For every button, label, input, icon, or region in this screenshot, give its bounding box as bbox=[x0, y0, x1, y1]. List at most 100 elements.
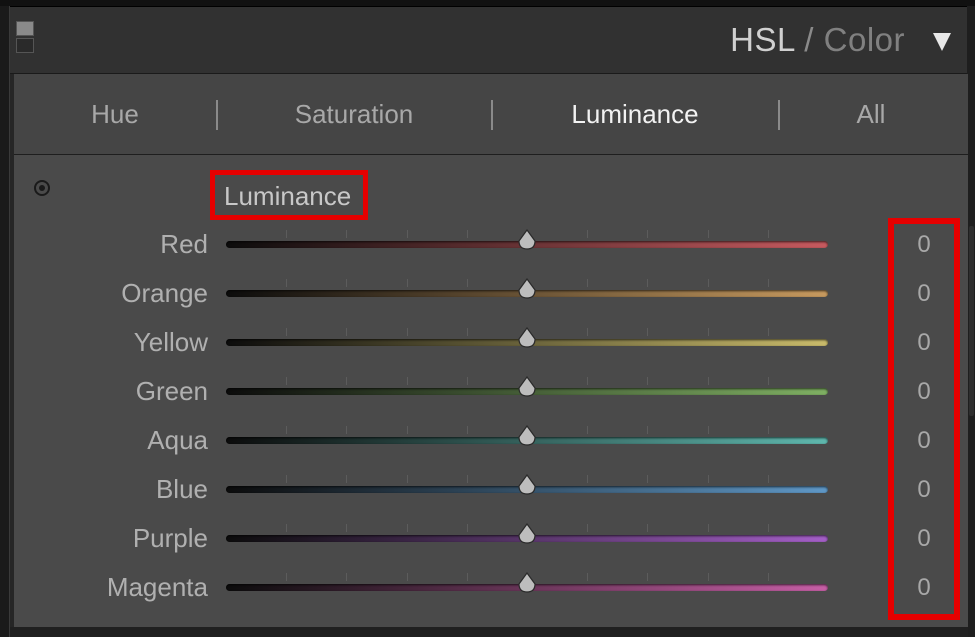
slider-thumb[interactable] bbox=[517, 474, 537, 496]
left-panel-edge bbox=[0, 6, 10, 637]
panel-title[interactable]: HSL / Color bbox=[730, 21, 905, 59]
values-highlight bbox=[888, 218, 960, 620]
slider-tick bbox=[286, 230, 288, 238]
slider-tick bbox=[286, 426, 288, 434]
slider-thumb[interactable] bbox=[517, 523, 537, 545]
slider-tick bbox=[587, 426, 589, 434]
slider-tick bbox=[767, 377, 769, 385]
slider-tick bbox=[406, 279, 408, 287]
slider-tick bbox=[767, 279, 769, 287]
tab-saturation[interactable]: Saturation bbox=[295, 99, 414, 130]
slider-tick bbox=[466, 426, 468, 434]
slider-tick bbox=[406, 573, 408, 581]
slider-label: Aqua bbox=[147, 425, 208, 455]
slider-row-aqua: Aqua 0 bbox=[14, 419, 968, 463]
slider-row-yellow: Yellow 0 bbox=[14, 321, 968, 365]
slider-tick bbox=[587, 328, 589, 336]
slider-tick bbox=[707, 426, 709, 434]
slider-tick bbox=[587, 279, 589, 287]
slider-label: Red bbox=[160, 229, 208, 259]
slider-tick bbox=[406, 230, 408, 238]
slider-tick bbox=[466, 279, 468, 287]
slider-row-orange: Orange 0 bbox=[14, 272, 968, 316]
hsl-tab-bar: Hue Saturation Luminance All bbox=[14, 74, 968, 155]
slider-tick bbox=[587, 377, 589, 385]
slider-tick bbox=[406, 475, 408, 483]
slider-tick bbox=[587, 475, 589, 483]
slider-row-magenta: Magenta 0 bbox=[14, 566, 968, 610]
slider-tick bbox=[346, 475, 348, 483]
slider-tick bbox=[286, 279, 288, 287]
slider-tick bbox=[647, 230, 649, 238]
tab-all[interactable]: All bbox=[857, 99, 886, 130]
collapse-triangle-icon[interactable] bbox=[933, 33, 951, 51]
target-adjust-icon[interactable] bbox=[34, 180, 50, 196]
slider-tick bbox=[346, 426, 348, 434]
luminance-panel: Luminance Red 0 Orange 0 Yellow 0 Green 0 Aqua 0 B… bbox=[14, 155, 968, 627]
slider-tick bbox=[346, 377, 348, 385]
panel-header[interactable]: HSL / Color bbox=[10, 7, 967, 74]
slider-row-blue: Blue 0 bbox=[14, 468, 968, 512]
scrollbar-thumb[interactable] bbox=[969, 226, 974, 416]
scrollbar[interactable] bbox=[967, 6, 975, 637]
tab-divider bbox=[491, 100, 493, 130]
slider-tick bbox=[406, 426, 408, 434]
slider-tick bbox=[707, 573, 709, 581]
slider-tick bbox=[346, 279, 348, 287]
tab-luminance[interactable]: Luminance bbox=[571, 99, 698, 130]
slider-tick bbox=[466, 230, 468, 238]
window-top-border bbox=[0, 0, 975, 7]
slider-tick bbox=[466, 475, 468, 483]
slider-tick bbox=[286, 475, 288, 483]
slider-tick bbox=[647, 475, 649, 483]
slider-tick bbox=[286, 524, 288, 532]
slider-tick bbox=[406, 524, 408, 532]
slider-tick bbox=[707, 328, 709, 336]
panel-toggle-switch-icon[interactable] bbox=[16, 21, 34, 53]
slider-label: Green bbox=[135, 376, 208, 406]
tab-divider bbox=[778, 100, 780, 130]
slider-tick bbox=[466, 524, 468, 532]
tab-hue[interactable]: Hue bbox=[91, 99, 139, 130]
slider-tick bbox=[346, 524, 348, 532]
slider-tick bbox=[707, 377, 709, 385]
slider-thumb[interactable] bbox=[517, 425, 537, 447]
slider-thumb[interactable] bbox=[517, 229, 537, 251]
slider-tick bbox=[647, 377, 649, 385]
slider-tick bbox=[767, 328, 769, 336]
slider-tick bbox=[767, 524, 769, 532]
slider-label: Purple bbox=[132, 523, 208, 553]
slider-tick bbox=[707, 230, 709, 238]
slider-tick bbox=[647, 328, 649, 336]
slider-thumb[interactable] bbox=[517, 278, 537, 300]
slider-thumb[interactable] bbox=[517, 376, 537, 398]
panel-title-color[interactable]: Color bbox=[824, 21, 905, 58]
tab-divider bbox=[216, 100, 218, 130]
slider-tick bbox=[346, 230, 348, 238]
slider-label: Magenta bbox=[106, 572, 208, 602]
slider-tick bbox=[647, 573, 649, 581]
slider-tick bbox=[286, 377, 288, 385]
slider-tick bbox=[587, 524, 589, 532]
panel-bottom-edge bbox=[10, 627, 968, 637]
slider-tick bbox=[707, 524, 709, 532]
panel-title-hsl[interactable]: HSL bbox=[730, 21, 794, 58]
slider-tick bbox=[587, 230, 589, 238]
slider-tick bbox=[767, 475, 769, 483]
slider-tick bbox=[647, 426, 649, 434]
slider-row-red: Red 0 bbox=[14, 223, 968, 267]
slider-tick bbox=[647, 524, 649, 532]
slider-tick bbox=[346, 328, 348, 336]
slider-label: Blue bbox=[155, 474, 208, 504]
slider-tick bbox=[767, 426, 769, 434]
slider-tick bbox=[406, 377, 408, 385]
section-label: Luminance bbox=[224, 181, 352, 211]
slider-thumb[interactable] bbox=[517, 572, 537, 594]
slider-tick bbox=[767, 230, 769, 238]
slider-tick bbox=[707, 475, 709, 483]
slider-tick bbox=[286, 328, 288, 336]
slider-label: Orange bbox=[121, 278, 208, 308]
slider-tick bbox=[587, 573, 589, 581]
slider-thumb[interactable] bbox=[517, 327, 537, 349]
slider-tick bbox=[286, 573, 288, 581]
